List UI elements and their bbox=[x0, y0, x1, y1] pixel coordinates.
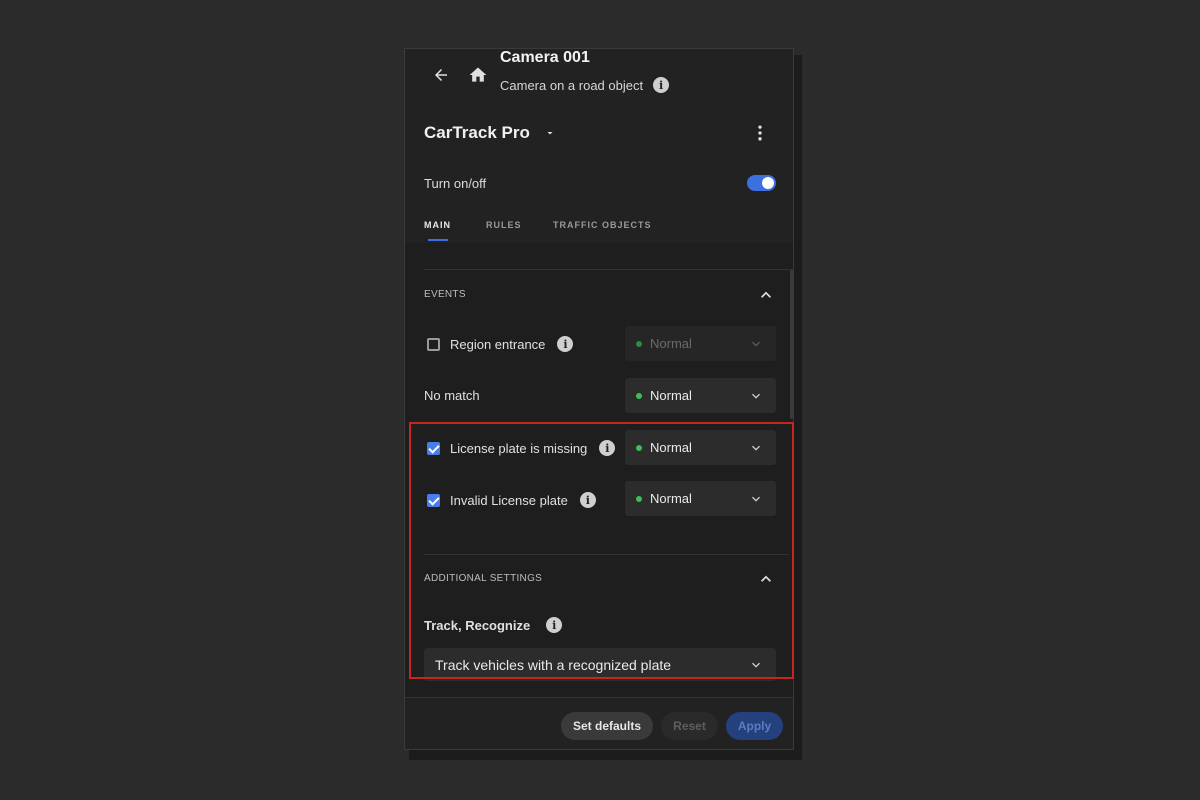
invalid-license-plate-checkbox[interactable] bbox=[427, 493, 440, 507]
chevron-down-icon bbox=[752, 445, 760, 451]
event-row-region-entrance: Region entrance i bbox=[427, 336, 574, 352]
set-defaults-button[interactable]: Set defaults bbox=[561, 712, 653, 740]
event-row-license-plate-missing: License plate is missing i bbox=[427, 440, 616, 456]
tab-traffic-objects[interactable]: TRAFFIC OBJECTS bbox=[553, 220, 652, 230]
active-tab-indicator bbox=[428, 239, 448, 241]
severity-select[interactable]: Normal bbox=[625, 430, 776, 465]
info-icon[interactable]: i bbox=[599, 440, 616, 456]
info-icon[interactable]: i bbox=[557, 336, 574, 352]
status-dot bbox=[636, 444, 642, 451]
info-icon[interactable]: i bbox=[653, 77, 670, 93]
subtitle-text: Camera on a road object bbox=[500, 77, 644, 93]
scrollbar[interactable] bbox=[790, 269, 793, 419]
reset-button[interactable]: Reset bbox=[661, 712, 718, 740]
event-label: License plate is missing bbox=[450, 440, 588, 456]
dropdown-caret-icon bbox=[547, 132, 553, 135]
status-dot bbox=[636, 495, 642, 502]
event-label: No match bbox=[424, 388, 480, 403]
toggle-knob bbox=[762, 177, 774, 189]
severity-value: Normal bbox=[650, 388, 692, 403]
info-icon[interactable]: i bbox=[579, 492, 596, 508]
product-name: CarTrack Pro bbox=[424, 123, 530, 142]
toggle-label: Turn on/off bbox=[424, 176, 487, 191]
severity-select[interactable]: Normal bbox=[625, 481, 776, 516]
region-entrance-checkbox[interactable] bbox=[427, 337, 440, 351]
chevron-down-icon bbox=[752, 496, 760, 502]
collapse-events-icon[interactable] bbox=[756, 285, 776, 305]
power-toggle[interactable] bbox=[747, 175, 776, 191]
chevron-down-icon bbox=[752, 341, 760, 347]
severity-select[interactable]: Normal bbox=[625, 378, 776, 413]
severity-value: Normal bbox=[650, 491, 692, 506]
track-mode-select[interactable]: Track vehicles with a recognized plate bbox=[424, 648, 776, 681]
divider bbox=[424, 554, 789, 555]
info-icon[interactable]: i bbox=[546, 617, 563, 633]
home-icon[interactable] bbox=[466, 63, 490, 87]
license-plate-missing-checkbox[interactable] bbox=[427, 441, 440, 455]
chevron-down-icon bbox=[752, 662, 760, 668]
event-label: Invalid License plate bbox=[450, 492, 568, 508]
track-recognize-label: Track, Recognize bbox=[424, 617, 531, 633]
tab-main[interactable]: MAIN bbox=[424, 220, 451, 230]
settings-panel: Camera 001 Camera on a road object i Car… bbox=[404, 48, 794, 750]
event-row-no-match: No match bbox=[424, 388, 480, 403]
event-label: Region entrance bbox=[450, 336, 546, 352]
page-subtitle: Camera on a road object i bbox=[500, 77, 670, 93]
severity-value: Normal bbox=[650, 336, 692, 351]
additional-settings-title: ADDITIONAL SETTINGS bbox=[424, 573, 543, 584]
status-dot bbox=[636, 392, 642, 399]
tab-rules[interactable]: RULES bbox=[486, 220, 522, 230]
more-vert-icon[interactable] bbox=[750, 123, 770, 148]
events-section-title: EVENTS bbox=[424, 289, 466, 300]
severity-value: Normal bbox=[650, 440, 692, 455]
event-row-invalid-license-plate: Invalid License plate i bbox=[427, 492, 596, 508]
back-arrow-icon[interactable] bbox=[429, 63, 453, 87]
footer-divider bbox=[405, 697, 793, 698]
product-selector[interactable]: CarTrack Pro bbox=[424, 123, 556, 143]
status-dot bbox=[636, 340, 642, 347]
severity-select[interactable]: Normal bbox=[625, 326, 776, 361]
track-recognize-label-row: Track, Recognize i bbox=[424, 617, 563, 633]
collapse-additional-icon[interactable] bbox=[756, 569, 776, 589]
chevron-down-icon bbox=[752, 393, 760, 399]
track-mode-value: Track vehicles with a recognized plate bbox=[435, 656, 672, 673]
page-title: Camera 001 bbox=[500, 49, 590, 66]
divider bbox=[424, 269, 789, 270]
apply-button[interactable]: Apply bbox=[726, 712, 783, 740]
